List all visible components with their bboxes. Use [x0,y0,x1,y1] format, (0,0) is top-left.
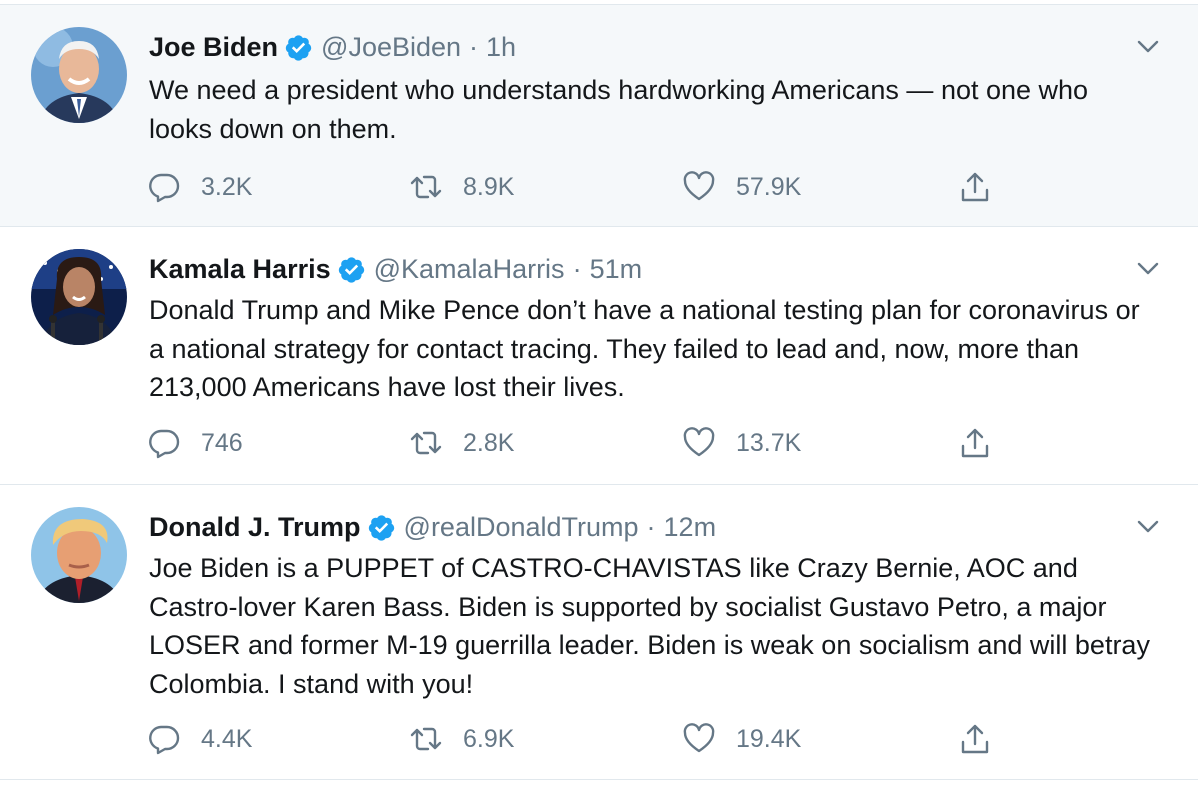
author-handle[interactable]: @realDonaldTrump [404,509,639,545]
retweet-count: 2.8K [463,428,515,457]
tweet-actions: 746 2.8K 13.7K [0,423,1198,463]
like-count: 19.4K [736,724,802,753]
retweet-button[interactable]: 6.9K [409,719,514,759]
chevron-down-icon[interactable] [1134,513,1162,541]
verified-badge-icon [284,33,313,62]
verified-badge-icon [367,513,396,542]
tweet-text: Joe Biden is a PUPPET of CASTRO-CHAVISTA… [149,553,1150,699]
reply-icon [149,173,180,203]
retweet-icon [410,727,442,751]
author-name[interactable]: Joe Biden [149,29,278,65]
reply-button[interactable]: 4.4K [147,719,252,759]
share-button[interactable] [958,423,992,463]
retweet-button[interactable]: 8.9K [409,167,514,207]
heart-icon [683,171,715,201]
share-button[interactable] [958,167,992,207]
tweet-timestamp[interactable]: 51m [590,251,643,287]
like-button[interactable]: 57.9K [682,167,801,207]
tweet-timestamp[interactable]: 12m [664,509,717,545]
like-count: 57.9K [736,172,802,201]
reply-button[interactable]: 746 [147,423,243,463]
author-name[interactable]: Kamala Harris [149,251,331,287]
tweet-header: Kamala Harris @KamalaHarris · 51m [149,251,1118,287]
separator-dot: · [646,512,656,542]
tweet-actions: 3.2K 8.9K 57.9K [0,167,1198,207]
chevron-down-icon[interactable] [1134,33,1162,61]
heart-icon [683,723,715,753]
retweet-icon [410,175,442,199]
author-handle[interactable]: @KamalaHarris [374,251,565,287]
tweet-text: We need a president who understands hard… [149,75,1089,144]
retweet-button[interactable]: 2.8K [409,423,514,463]
separator-dot: · [572,254,582,284]
heart-icon [683,427,715,457]
tweet-text: Donald Trump and Mike Pence don’t have a… [149,295,1140,402]
tweet[interactable]: Kamala Harris @KamalaHarris · 51m Donald… [0,226,1198,484]
share-button[interactable] [958,719,992,759]
share-icon [961,172,989,202]
avatar[interactable] [31,507,127,603]
timeline: Joe Biden @JoeBiden · 1h We need a presi… [0,0,1198,790]
share-icon [961,428,989,458]
reply-icon [149,429,180,459]
like-count: 13.7K [736,428,802,457]
retweet-icon [410,431,442,455]
reply-count: 3.2K [201,172,253,201]
retweet-count: 6.9K [463,724,515,753]
reply-icon [149,725,180,755]
tweet-header: Joe Biden @JoeBiden · 1h [149,29,1118,65]
tweet-header: Donald J. Trump @realDonaldTrump · 12m [149,509,1118,545]
author-name[interactable]: Donald J. Trump [149,509,361,545]
share-icon [961,724,989,754]
retweet-count: 8.9K [463,172,515,201]
avatar[interactable] [31,27,127,123]
author-handle[interactable]: @JoeBiden [321,29,461,65]
tweet[interactable]: Donald J. Trump @realDonaldTrump · 12m J… [0,484,1198,780]
like-button[interactable]: 19.4K [682,719,801,759]
tweet-actions: 4.4K 6.9K 19.4K [0,719,1198,759]
verified-badge-icon [337,255,366,284]
tweet-timestamp[interactable]: 1h [486,29,516,65]
tweet[interactable]: Joe Biden @JoeBiden · 1h We need a presi… [0,4,1198,226]
reply-count: 746 [201,428,243,457]
reply-count: 4.4K [201,724,253,753]
separator-dot: · [469,32,479,62]
like-button[interactable]: 13.7K [682,423,801,463]
avatar[interactable] [31,249,127,345]
reply-button[interactable]: 3.2K [147,167,252,207]
chevron-down-icon[interactable] [1134,255,1162,283]
